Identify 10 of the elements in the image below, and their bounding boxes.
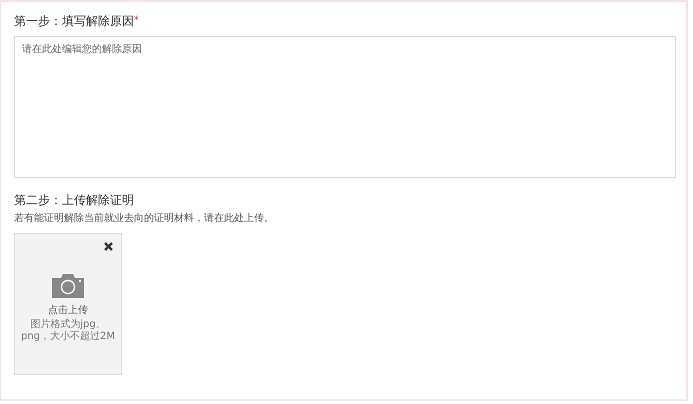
description: 若有能证明解除当前就业去向的证明材料，请在此处上传。 [14, 212, 275, 226]
upload-box[interactable]: 点击上传 图片格式为jpg、png，大小不超过2M [14, 233, 122, 375]
upload-label: 点击上传 [48, 304, 88, 317]
upload-hint: 图片格式为jpg、png，大小不超过2M [20, 319, 116, 343]
required-mark: * [134, 15, 139, 26]
step-title: 第一步：填写解除原因 [14, 14, 134, 28]
close-icon[interactable] [104, 242, 113, 251]
reason-field[interactable]: 请在此处编辑您的解除原因 [14, 36, 676, 178]
step-title: 第二步：上传解除证明 [14, 193, 134, 207]
camera-icon [52, 274, 84, 298]
